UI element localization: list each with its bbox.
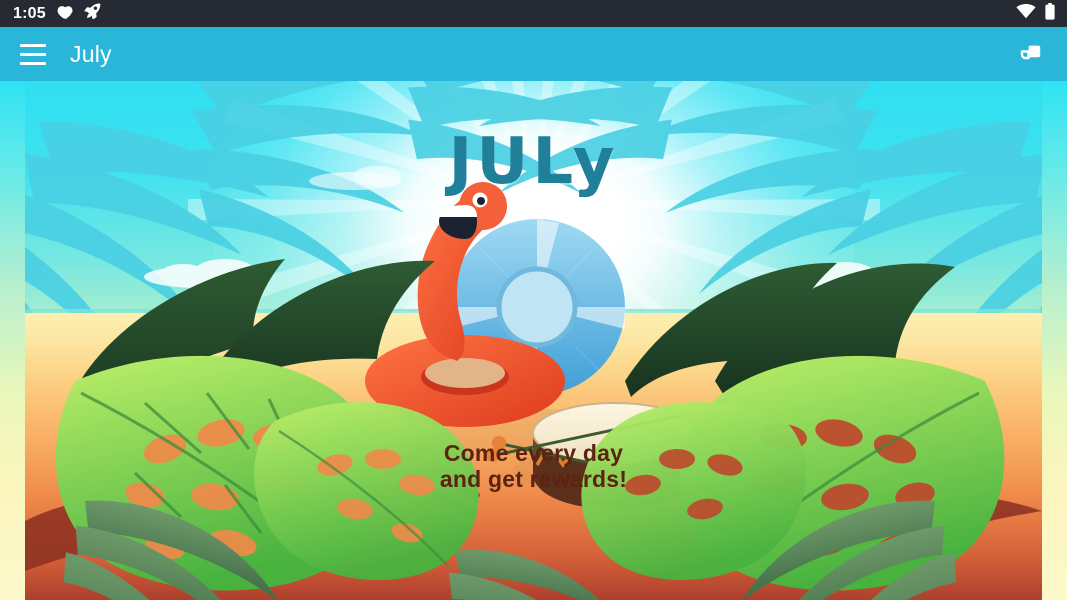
multi-window-icon[interactable] <box>1011 34 1051 74</box>
app-root: 1:05 July JULy Come every day and get re… <box>0 0 1067 600</box>
status-bar-notification-icons <box>57 3 101 24</box>
tagline-line-1: Come every day <box>443 440 624 466</box>
rocket-icon <box>84 3 101 24</box>
status-bar: 1:05 <box>0 0 1067 27</box>
tagline-line-2: and get rewards! <box>439 465 628 492</box>
promo-tagline: Come every day and get rewards! <box>25 440 1042 493</box>
wifi-icon <box>1016 3 1036 24</box>
page-title: July <box>70 40 112 67</box>
illustration-stage: JULy Come every day and get rewards! <box>25 81 1042 600</box>
month-headline: JULy <box>448 125 619 199</box>
hamburger-menu-icon[interactable] <box>14 35 52 73</box>
right-edge-band <box>1042 81 1067 600</box>
battery-icon <box>1045 2 1055 25</box>
left-edge-band <box>0 81 25 600</box>
status-bar-clock: 1:05 <box>13 4 46 22</box>
promo-illustration: JULy Come every day and get rewards! <box>0 81 1067 600</box>
hearts-icon <box>57 4 76 24</box>
status-bar-system-icons <box>1016 2 1055 25</box>
app-bar: July <box>0 27 1067 81</box>
